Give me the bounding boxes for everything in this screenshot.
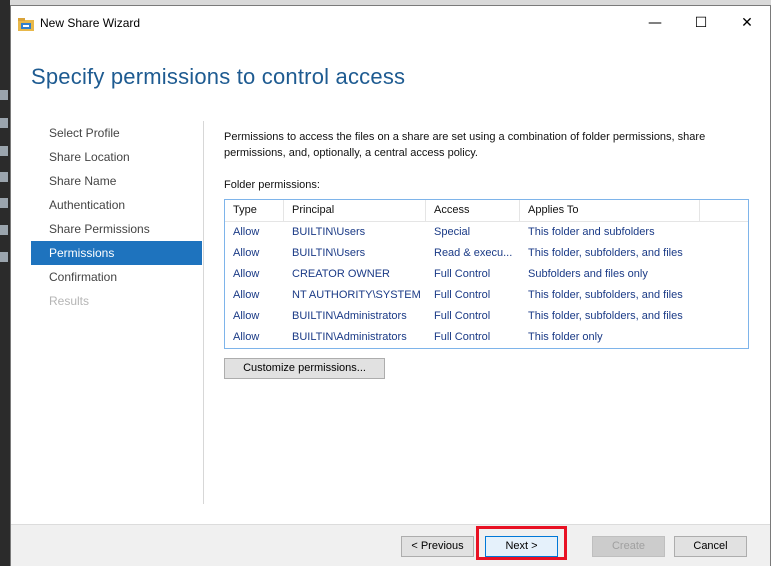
desktop-background-left: [0, 0, 10, 566]
cell-access: Full Control: [434, 331, 491, 343]
nav-item-confirmation[interactable]: Confirmation: [31, 265, 202, 289]
new-share-wizard-window: New Share Wizard — ☐ ✕ Specify permissio…: [10, 5, 771, 566]
customize-permissions-button[interactable]: Customize permissions...: [224, 358, 385, 379]
cell-applies-to: This folder, subfolders, and files: [528, 289, 683, 301]
desktop-icon: [0, 172, 8, 182]
column-header-type[interactable]: Type: [225, 200, 284, 221]
cell-type: Allow: [233, 247, 260, 259]
table-row[interactable]: Allow BUILTIN\Administrators Full Contro…: [225, 306, 748, 327]
list-header: Type Principal Access Applies To: [225, 200, 748, 222]
table-row[interactable]: Allow BUILTIN\Users Read & execu... This…: [225, 243, 748, 264]
desktop-icon: [0, 225, 8, 235]
cell-type: Allow: [233, 310, 260, 322]
nav-divider: [203, 121, 204, 504]
table-row[interactable]: Allow NT AUTHORITY\SYSTEM Full Control T…: [225, 285, 748, 306]
maximize-button[interactable]: ☐: [678, 6, 724, 40]
cell-applies-to: Subfolders and files only: [528, 268, 648, 280]
column-header-principal[interactable]: Principal: [284, 200, 426, 221]
cell-principal: NT AUTHORITY\SYSTEM: [292, 289, 421, 301]
table-row[interactable]: Allow BUILTIN\Users Special This folder …: [225, 222, 748, 243]
create-button: Create: [592, 536, 665, 557]
table-row[interactable]: Allow BUILTIN\Administrators Full Contro…: [225, 327, 748, 348]
minimize-button[interactable]: —: [632, 6, 678, 40]
folder-permissions-list[interactable]: Type Principal Access Applies To Allow B…: [224, 199, 749, 349]
cell-access: Full Control: [434, 310, 491, 322]
nav-item-results: Results: [49, 294, 90, 308]
column-header-applies-to[interactable]: Applies To: [520, 200, 700, 221]
nav-item-select-profile[interactable]: Select Profile: [31, 121, 202, 145]
cell-access: Full Control: [434, 268, 491, 280]
window-title: New Share Wizard: [40, 16, 141, 30]
cell-applies-to: This folder, subfolders, and files: [528, 247, 683, 259]
cell-applies-to: This folder and subfolders: [528, 226, 655, 238]
cell-access: Read & execu...: [434, 247, 513, 259]
wizard-nav: Select Profile Share Location Share Name…: [31, 121, 202, 313]
nav-item-share-permissions[interactable]: Share Permissions: [31, 217, 202, 241]
previous-button[interactable]: < Previous: [401, 536, 474, 557]
table-row[interactable]: Allow CREATOR OWNER Full Control Subfold…: [225, 264, 748, 285]
column-header-access[interactable]: Access: [426, 200, 520, 221]
cell-access: Special: [434, 226, 471, 238]
desktop-icon: [0, 118, 8, 128]
permissions-description: Permissions to access the files on a sha…: [224, 131, 706, 159]
close-icon: ✕: [741, 15, 753, 31]
desktop-icon: [0, 146, 8, 156]
cell-principal: BUILTIN\Administrators: [292, 310, 407, 322]
nav-item-share-location[interactable]: Share Location: [31, 145, 202, 169]
minimize-icon: —: [648, 15, 662, 31]
nav-item-permissions[interactable]: Permissions: [31, 241, 202, 265]
desktop-icon: [0, 90, 8, 100]
next-button-highlight: [476, 526, 567, 560]
cell-access: Full Control: [434, 289, 491, 301]
nav-item-authentication[interactable]: Authentication: [31, 193, 202, 217]
close-button[interactable]: ✕: [724, 6, 770, 40]
folder-permissions-label: Folder permissions:: [224, 179, 320, 191]
cancel-button[interactable]: Cancel: [674, 536, 747, 557]
cell-principal: CREATOR OWNER: [292, 268, 390, 280]
cell-type: Allow: [233, 226, 260, 238]
page-title: Specify permissions to control access: [31, 64, 406, 89]
cell-principal: BUILTIN\Users: [292, 226, 366, 238]
cell-principal: BUILTIN\Administrators: [292, 331, 407, 343]
desktop-icon: [0, 198, 8, 208]
cell-type: Allow: [233, 289, 260, 301]
nav-item-share-name[interactable]: Share Name: [31, 169, 202, 193]
cell-principal: BUILTIN\Users: [292, 247, 366, 259]
cell-type: Allow: [233, 268, 260, 280]
desktop-icon: [0, 252, 8, 262]
cell-applies-to: This folder only: [528, 331, 603, 343]
cell-type: Allow: [233, 331, 260, 343]
title-bar[interactable]: New Share Wizard — ☐ ✕: [11, 6, 770, 42]
maximize-icon: ☐: [694, 15, 708, 31]
cell-applies-to: This folder, subfolders, and files: [528, 310, 683, 322]
share-folder-icon: [18, 18, 34, 31]
